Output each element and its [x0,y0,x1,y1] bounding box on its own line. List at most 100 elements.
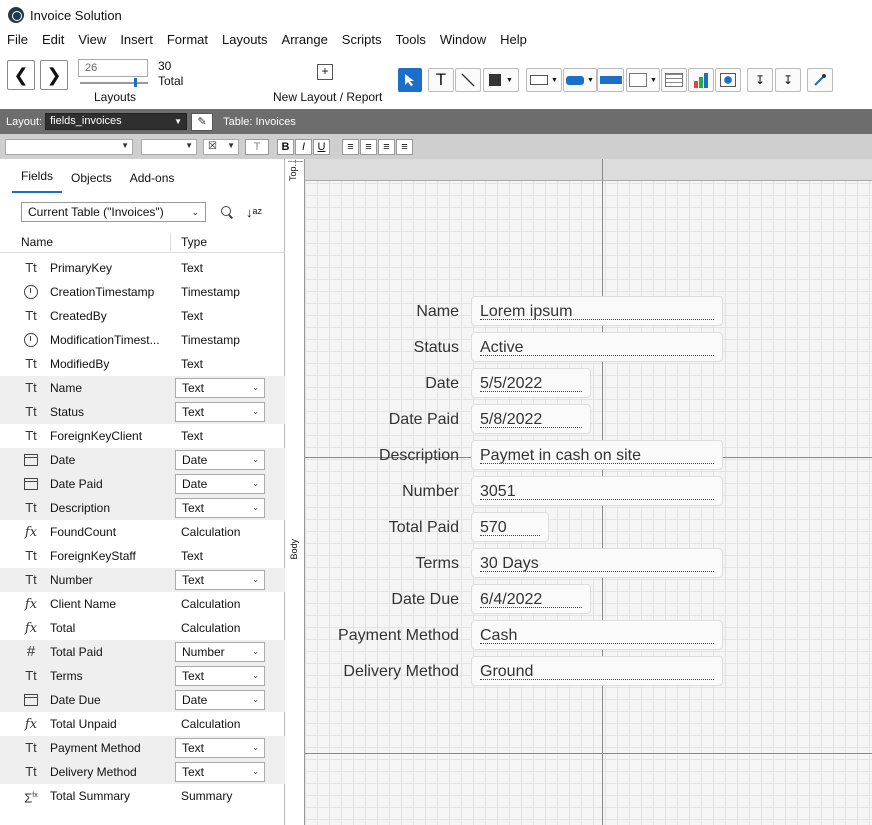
field-tool[interactable]: ▼ [526,68,562,92]
form-field-name[interactable]: Lorem ipsum [471,296,723,326]
align-justify-button[interactable]: ≡ [396,138,413,155]
search-icon[interactable] [220,205,234,219]
form-label-date[interactable]: Date [289,375,459,393]
record-number-input[interactable]: 26 [78,59,148,77]
button-tool[interactable]: ▼ [563,68,597,92]
field-type-select[interactable]: Text ⌄ [175,570,265,590]
field-row-foreignkeystaff[interactable]: Tt ForeignKeyStaff Text [0,544,285,568]
form-field-date-paid[interactable]: 5/8/2022 [471,404,591,434]
tab-control-tool[interactable]: ▼ [626,68,660,92]
next-record-button[interactable]: ❯ [40,60,68,90]
form-label-payment-method[interactable]: Payment Method [289,627,459,645]
insert-part-tool[interactable]: ↧ [775,68,801,92]
fill-select[interactable]: ☒ ▼ [203,138,239,155]
column-header-type[interactable]: Type [181,235,207,249]
field-row-foreignkeyclient[interactable]: Tt ForeignKeyClient Text [0,424,285,448]
menu-help[interactable]: Help [493,30,534,50]
table-select[interactable]: Current Table ("Invoices") ⌄ [21,202,206,222]
field-row-delivery-method[interactable]: Tt Delivery Method Text ⌄ [0,760,285,784]
new-layout-icon[interactable]: + [317,64,333,80]
button-bar-tool[interactable] [597,68,624,92]
menu-edit[interactable]: Edit [35,30,71,50]
previous-record-button[interactable]: ❮ [7,60,35,90]
edit-layout-button[interactable]: ✎ [191,112,214,131]
chart-tool[interactable] [688,68,714,92]
field-type-select[interactable]: Number ⌄ [175,642,265,662]
underline-button[interactable]: U [313,138,330,155]
align-center-button[interactable]: ≡ [360,138,377,155]
menu-view[interactable]: View [71,30,113,50]
field-row-name[interactable]: Tt Name Text ⌄ [0,376,285,400]
form-label-total-paid[interactable]: Total Paid [289,519,459,537]
form-field-status[interactable]: Active [471,332,723,362]
menu-arrange[interactable]: Arrange [275,30,335,50]
field-type-select[interactable]: Text ⌄ [175,666,265,686]
field-row-createdby[interactable]: Tt CreatedBy Text [0,304,285,328]
field-type-select[interactable]: Date ⌄ [175,450,265,470]
field-row-description[interactable]: Tt Description Text ⌄ [0,496,285,520]
field-row-creationtimestamp[interactable]: CreationTimestamp Timestamp [0,280,285,304]
pointer-tool[interactable] [398,68,422,92]
top-navigation-part[interactable] [305,159,872,181]
form-label-terms[interactable]: Terms [289,555,459,573]
form-field-terms[interactable]: 30 Days [471,548,723,578]
align-left-button[interactable]: ≡ [342,138,359,155]
form-field-date[interactable]: 5/5/2022 [471,368,591,398]
text-tool[interactable]: T [428,68,454,92]
field-type-select[interactable]: Text ⌄ [175,498,265,518]
menu-format[interactable]: Format [160,30,215,50]
field-type-select[interactable]: Text ⌄ [175,762,265,782]
field-row-date-paid[interactable]: Date Paid Date ⌄ [0,472,285,496]
field-row-payment-method[interactable]: Tt Payment Method Text ⌄ [0,736,285,760]
form-field-payment-method[interactable]: Cash [471,620,723,650]
tab-fields[interactable]: Fields [12,169,63,193]
field-row-foundcount[interactable]: fx FoundCount Calculation [0,520,285,544]
form-label-description[interactable]: Description [289,447,459,465]
field-row-total-unpaid[interactable]: fx Total Unpaid Calculation [0,712,285,736]
field-type-select[interactable]: Date ⌄ [175,690,265,710]
menu-insert[interactable]: Insert [113,30,160,50]
tab-add-ons[interactable]: Add-ons [121,171,184,193]
form-label-date-paid[interactable]: Date Paid [289,411,459,429]
web-viewer-tool[interactable] [715,68,741,92]
italic-button[interactable]: I [295,138,312,155]
menu-scripts[interactable]: Scripts [335,30,389,50]
column-header-name[interactable]: Name [21,235,53,249]
bold-button[interactable]: B [277,138,294,155]
field-row-total-summary[interactable]: Σfx Total Summary Summary [0,784,285,808]
field-row-total-paid[interactable]: # Total Paid Number ⌄ [0,640,285,664]
form-field-delivery-method[interactable]: Ground [471,656,723,686]
text-color-button[interactable]: T [245,138,269,155]
form-label-number[interactable]: Number [289,483,459,501]
line-tool[interactable] [455,68,481,92]
field-row-primarykey[interactable]: Tt PrimaryKey Text [0,256,285,280]
form-label-date-due[interactable]: Date Due [289,591,459,609]
field-row-total[interactable]: fx Total Calculation [0,616,285,640]
font-size-select[interactable]: ▼ [141,138,197,155]
field-type-select[interactable]: Text ⌄ [175,402,265,422]
menu-window[interactable]: Window [433,30,493,50]
form-field-description[interactable]: Paymet in cash on site [471,440,723,470]
form-label-status[interactable]: Status [289,339,459,357]
field-row-number[interactable]: Tt Number Text ⌄ [0,568,285,592]
shape-tool[interactable]: ▼ [483,68,519,92]
field-row-date-due[interactable]: Date Due Date ⌄ [0,688,285,712]
field-row-status[interactable]: Tt Status Text ⌄ [0,400,285,424]
menu-tools[interactable]: Tools [389,30,433,50]
record-slider-thumb[interactable] [134,78,137,87]
font-select[interactable]: ▼ [5,138,133,155]
field-row-date[interactable]: Date Date ⌄ [0,448,285,472]
form-label-name[interactable]: Name [289,303,459,321]
menu-layouts[interactable]: Layouts [215,30,275,50]
tab-objects[interactable]: Objects [62,171,121,193]
menu-file[interactable]: File [0,30,35,50]
record-slider[interactable] [80,82,148,84]
field-type-select[interactable]: Date ⌄ [175,474,265,494]
format-painter-tool[interactable] [807,68,833,92]
layout-canvas[interactable]: Top... Body Name Lorem ipsum Status Active D… [286,159,872,825]
insert-field-tool[interactable]: ↧ [747,68,773,92]
align-right-button[interactable]: ≡ [378,138,395,155]
form-field-number[interactable]: 3051 [471,476,723,506]
sort-icon[interactable]: ↓ᵃᶻ [246,205,262,220]
field-row-client-name[interactable]: fx Client Name Calculation [0,592,285,616]
